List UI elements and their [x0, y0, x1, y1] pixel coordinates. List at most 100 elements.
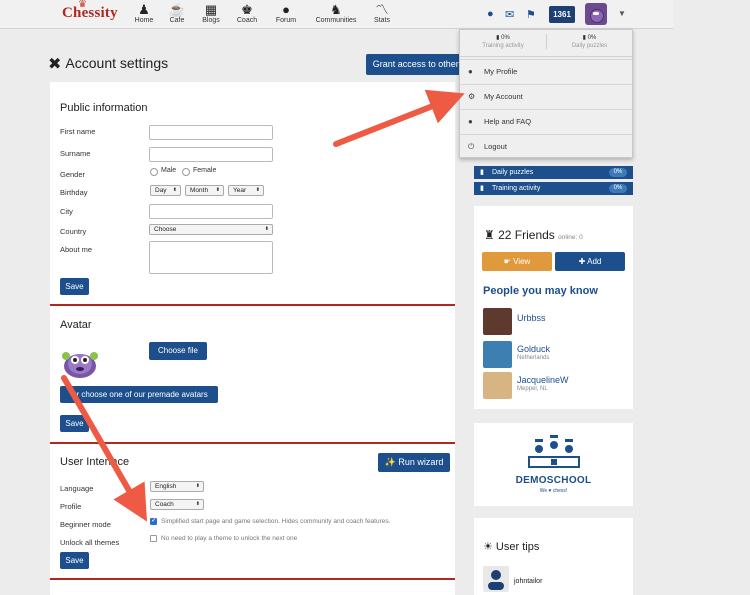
- beginner-mode-checkbox[interactable]: [150, 516, 157, 525]
- daily-puzzles-stat-mini[interactable]: ▮ 0% Daily puzzles: [546, 34, 632, 49]
- add-friend-button[interactable]: ✚ Add: [555, 252, 625, 271]
- stats-icon: 〽: [375, 2, 389, 17]
- friends-card: ♜ 22 Friends online: 0 ☛ View ✚ Add Peop…: [474, 206, 633, 409]
- unlock-themes-checkbox[interactable]: [150, 535, 157, 542]
- nav-blogs[interactable]: ▦ Blogs: [199, 2, 223, 24]
- flag-icon[interactable]: ⚑: [526, 8, 536, 21]
- daily-puzzles-pct: 0%: [609, 168, 627, 177]
- section-title-public-info: Public information: [60, 102, 148, 114]
- run-wizard-button[interactable]: ✨ Run wizard: [378, 453, 450, 472]
- nav-home[interactable]: ♟ Home: [132, 2, 156, 24]
- add-user-icon: ✚: [578, 257, 588, 266]
- training-activity-stat[interactable]: ▮ Training activity 0%: [474, 182, 633, 195]
- gender-label: Gender: [60, 170, 86, 179]
- training-activity-stat-mini[interactable]: ▮ 0% Training activity: [460, 34, 546, 49]
- top-navbar: ♛ Chessity ♟ Home ☕ Cafe ▦ Blogs ♚ Coach…: [0, 0, 673, 29]
- hand-icon: ☛: [503, 257, 514, 266]
- monster-avatar-image: [62, 352, 98, 378]
- about-me-textarea[interactable]: [149, 241, 273, 274]
- user-tips-title: ☀ User tips: [483, 541, 540, 553]
- tools-icon: ✖: [48, 56, 62, 73]
- friends-icon: ♜: [484, 228, 499, 242]
- coffee-icon: ☕: [168, 2, 186, 17]
- city-label: City: [60, 207, 73, 216]
- menu-item-my-account[interactable]: ⚙ My Account: [460, 84, 632, 108]
- unlock-themes-description: No need to play a theme to unlock the ne…: [161, 535, 298, 542]
- chevron-down-icon[interactable]: ▼: [618, 9, 626, 18]
- avatar[interactable]: [483, 566, 509, 592]
- person-location: Meppel, NL: [517, 386, 548, 392]
- nav-stats[interactable]: 〽 Stats: [370, 2, 394, 24]
- gender-female-label: Female: [193, 167, 217, 174]
- save-avatar-button[interactable]: Save: [60, 415, 89, 432]
- view-friends-button[interactable]: ☛ View: [482, 252, 552, 271]
- coach-icon: ♚: [241, 2, 253, 17]
- menu-item-logout[interactable]: ⏻ Logout: [460, 134, 632, 158]
- friends-title: ♜ 22 Friends online: 0: [484, 228, 583, 242]
- bar-chart-icon: ▮: [480, 185, 484, 192]
- user-icon: ●: [468, 67, 473, 76]
- wand-icon: ✨: [384, 457, 399, 467]
- dropdown-stats: ▮ 0% Training activity ▮ 0% Daily puzzle…: [460, 30, 632, 57]
- person-name[interactable]: Urbbss: [517, 313, 546, 323]
- section-title-user-interface: User Interface: [60, 456, 130, 468]
- account-dropdown-menu: ▮ 0% Training activity ▮ 0% Daily puzzle…: [459, 29, 633, 158]
- avatar[interactable]: [483, 372, 512, 399]
- avatar[interactable]: [483, 308, 512, 335]
- save-ui-button[interactable]: Save: [60, 552, 89, 569]
- first-name-input[interactable]: [149, 125, 273, 140]
- country-label: Country: [60, 227, 87, 236]
- nav-cafe[interactable]: ☕ Cafe: [166, 2, 188, 24]
- surname-label: Surname: [60, 149, 91, 158]
- language-select[interactable]: English ⬍: [150, 481, 204, 492]
- unlock-themes-label: Unlock all themes: [60, 538, 120, 547]
- birthday-label: Birthday: [60, 188, 88, 197]
- person-name[interactable]: Golduck: [517, 344, 550, 354]
- country-select[interactable]: Choose ⬍: [149, 224, 273, 235]
- public-information-card: Public information First name Surname Ge…: [50, 82, 455, 306]
- nav-communities[interactable]: ♞ Communities: [313, 2, 359, 24]
- first-name-label: First name: [60, 127, 96, 136]
- menu-item-help-faq[interactable]: ● Help and FAQ: [460, 109, 632, 133]
- profile-select[interactable]: Coach ⬍: [150, 499, 204, 510]
- bar-chart-icon: ▮: [480, 169, 484, 176]
- user-icon[interactable]: ●: [487, 8, 494, 20]
- user-interface-card: User Interface ✨ Run wizard Language Eng…: [50, 444, 455, 578]
- save-public-info-button[interactable]: Save: [60, 278, 89, 295]
- gender-male-radio[interactable]: [150, 168, 158, 176]
- lightbulb-icon: ☀: [483, 541, 496, 553]
- city-input[interactable]: [149, 204, 273, 219]
- menu-item-my-profile[interactable]: ● My Profile: [460, 59, 632, 83]
- people-you-may-know-title: People you may know: [483, 285, 598, 297]
- avatar[interactable]: [483, 341, 512, 368]
- user-tips-card: ☀ User tips johntailor: [474, 518, 633, 595]
- birthday-year-select[interactable]: Year ⬍: [228, 185, 264, 196]
- birthday-day-select[interactable]: Day ⬍: [150, 185, 181, 196]
- mail-icon[interactable]: ✉: [505, 8, 514, 21]
- premade-avatars-button[interactable]: Or choose one of our premade avatars: [60, 386, 218, 403]
- user-avatar[interactable]: [585, 3, 607, 25]
- chat-icon: ●: [468, 117, 473, 126]
- beginner-mode-description: Simplified start page and game selection…: [161, 518, 391, 525]
- person-name[interactable]: JacquelineW: [517, 375, 569, 385]
- demoschool-card[interactable]: DEMOSCHOOL We ♥ chess!: [474, 423, 633, 506]
- home-icon: ♟: [138, 2, 150, 17]
- power-icon: ⏻: [468, 142, 475, 151]
- nav-forum[interactable]: ● Forum: [274, 2, 298, 24]
- tip-user-name[interactable]: johntailor: [514, 578, 542, 585]
- daily-puzzles-stat[interactable]: ▮ Daily puzzles 0%: [474, 166, 633, 179]
- nav-coach[interactable]: ♚ Coach: [235, 2, 259, 24]
- gender-female-radio[interactable]: [182, 168, 190, 176]
- about-me-label: About me: [60, 245, 93, 254]
- site-logo[interactable]: Chessity: [62, 5, 118, 22]
- next-section-card: [50, 580, 455, 595]
- choose-file-button[interactable]: Choose file: [149, 342, 207, 360]
- birthday-month-select[interactable]: Month ⬍: [185, 185, 224, 196]
- avatar-card: Avatar Choose file Or choose one of our …: [50, 306, 455, 442]
- beginner-mode-label: Beginner mode: [60, 520, 111, 529]
- communities-icon: ♞: [330, 2, 342, 17]
- rating-badge[interactable]: 1361: [549, 6, 575, 23]
- surname-input[interactable]: [149, 147, 273, 162]
- page-title: ✖ Account settings: [48, 55, 169, 73]
- gear-icon: ⚙: [468, 92, 476, 101]
